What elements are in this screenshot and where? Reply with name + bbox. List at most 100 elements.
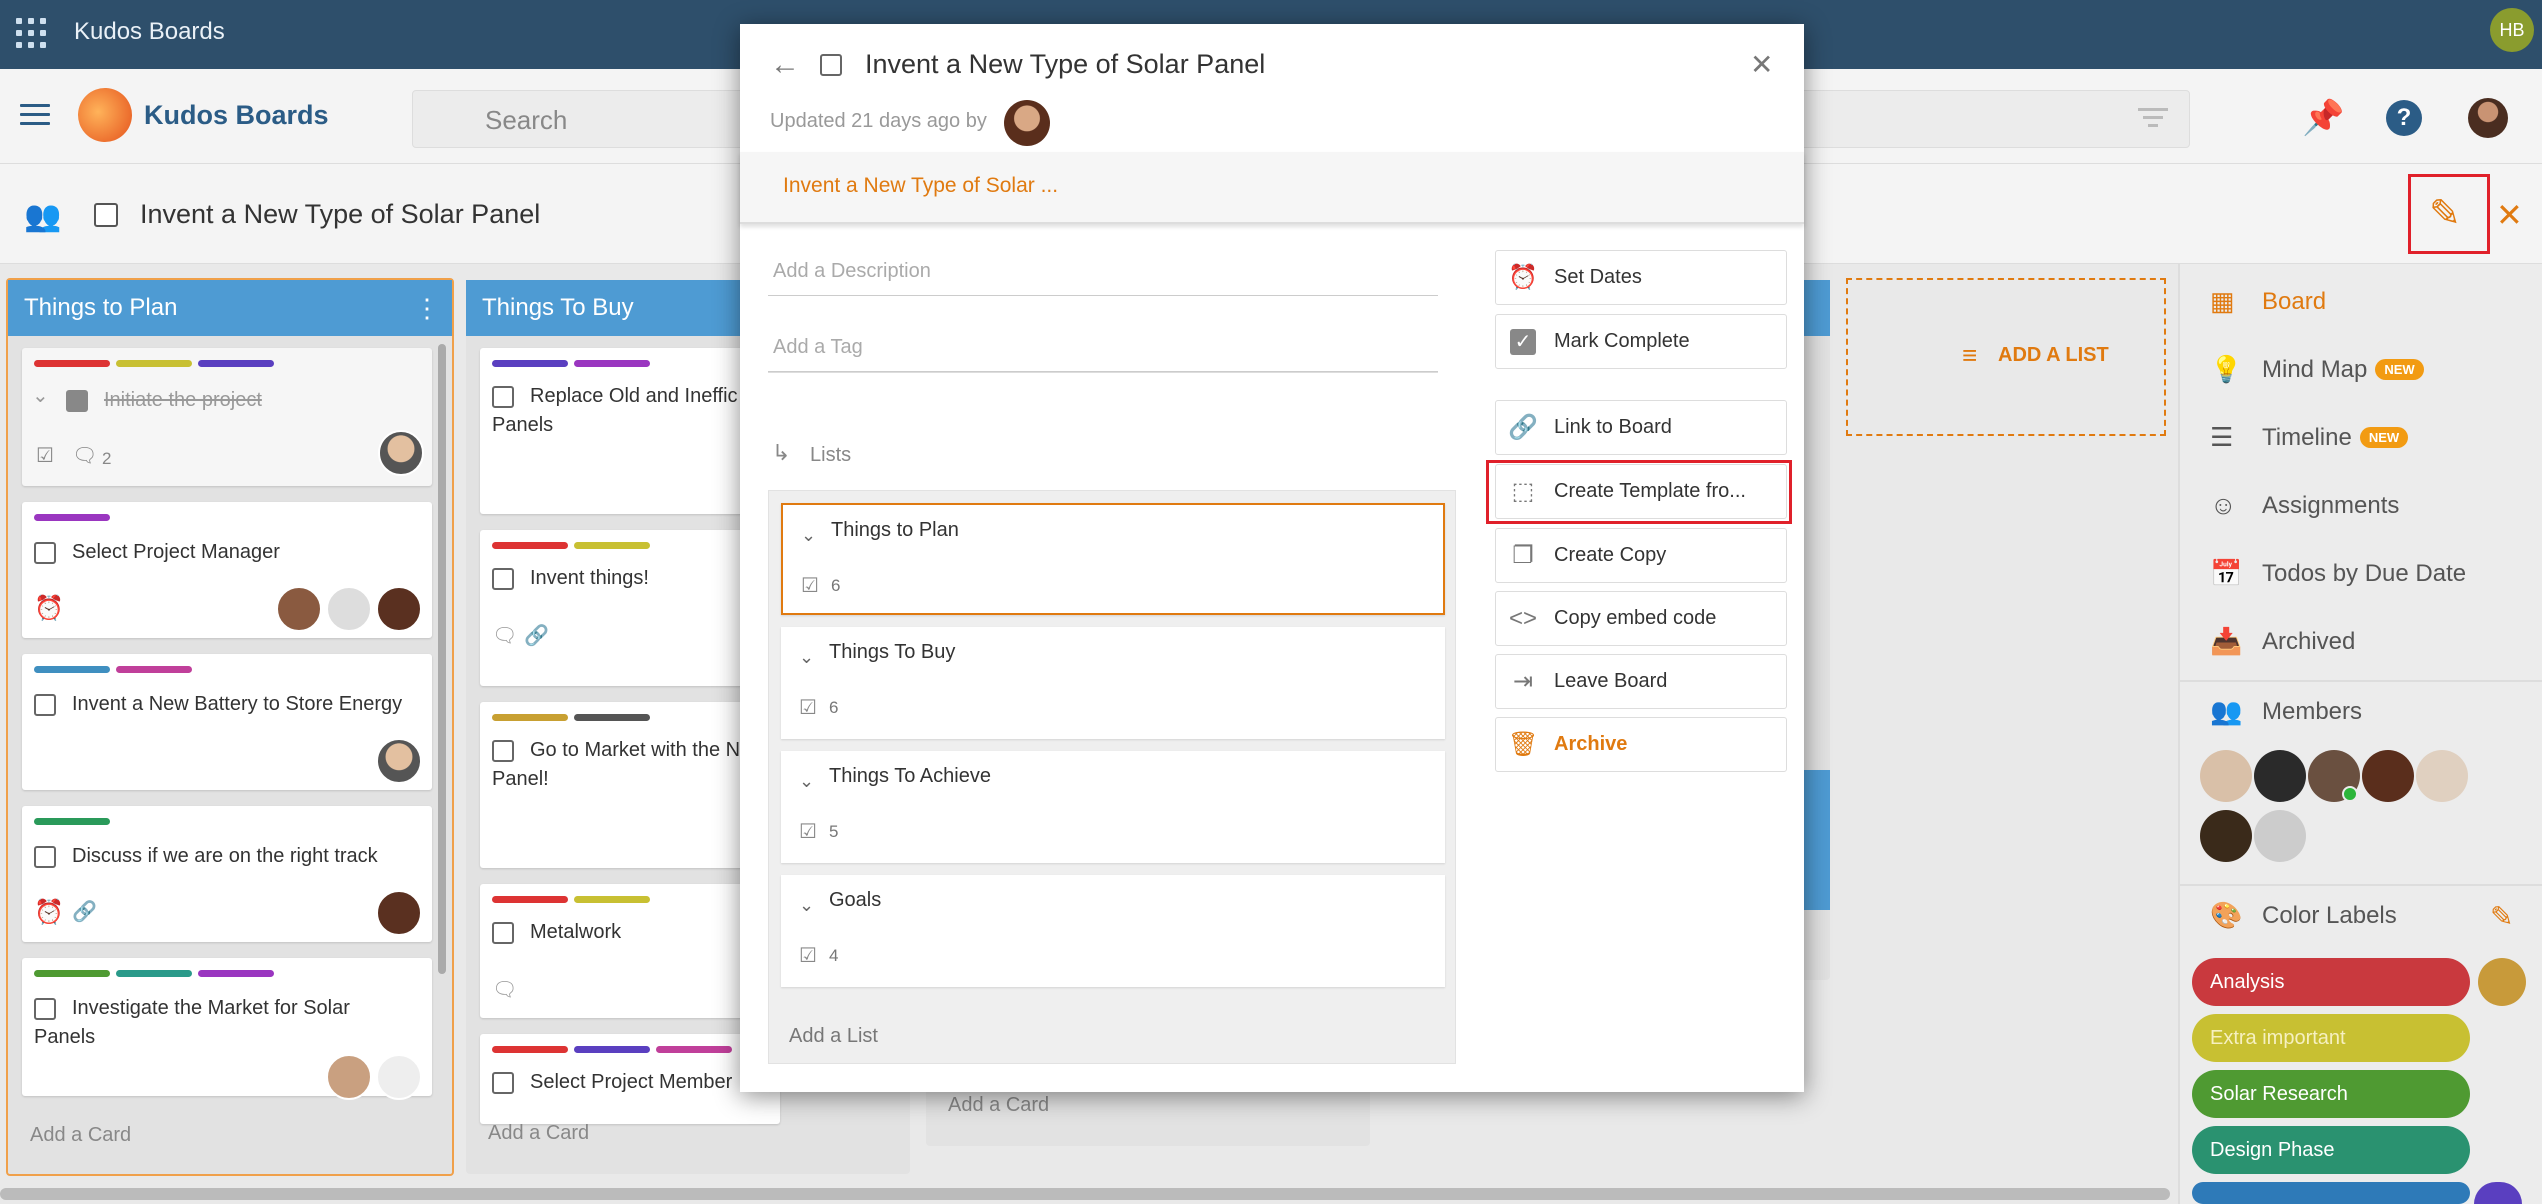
sidebar-item-todos[interactable]: 📅 Todos by Due Date (2210, 558, 2466, 589)
sidebar-item-mind-map[interactable]: 💡 Mind Map NEW (2210, 354, 2424, 385)
color-label-solar-research[interactable]: Solar Research (2192, 1070, 2470, 1118)
menu-icon[interactable] (20, 104, 50, 126)
member-avatar[interactable] (2254, 810, 2306, 862)
list-item[interactable]: ⌄ Goals ☑ 4 (781, 875, 1445, 987)
add-card-link[interactable]: Add a Card (948, 1094, 1049, 1117)
sidebar-item-archived[interactable]: 📥 Archived (2210, 626, 2355, 657)
avatar[interactable] (378, 430, 424, 476)
card-checkbox[interactable] (492, 922, 514, 944)
board-checkbox[interactable] (820, 54, 842, 76)
edit-labels-icon[interactable]: ✎ (2490, 900, 2513, 933)
card-checkbox[interactable] (492, 568, 514, 590)
card[interactable]: Discuss if we are on the right track ⏰ 🔗 (22, 806, 432, 942)
list-name: Things To Buy (829, 641, 956, 663)
avatar[interactable] (376, 738, 422, 784)
archive-button[interactable]: 🗑 Archive (1495, 717, 1787, 772)
help-icon[interactable]: ? (2386, 100, 2422, 136)
member-avatar[interactable] (2416, 750, 2468, 802)
alarm-icon: ⏰ (1508, 264, 1538, 291)
card-checkbox[interactable] (34, 542, 56, 564)
chevron-down-icon[interactable]: ⌄ (799, 771, 814, 792)
trash-icon: 🗑 (1508, 731, 1539, 758)
card-title: Invent things! (530, 567, 649, 589)
card[interactable]: Invent things! 🗨 🔗 (480, 530, 780, 686)
create-copy-button[interactable]: ❐ Create Copy (1495, 528, 1787, 583)
card-title: Select Project Manager (72, 541, 280, 563)
list-item[interactable]: ⌄ Things To Buy ☑ 6 (781, 627, 1445, 739)
color-swatch[interactable] (2478, 958, 2526, 1006)
breadcrumb-bar: Invent a New Type of Solar ... (740, 152, 1804, 224)
color-label-extra-important[interactable]: Extra important (2192, 1014, 2470, 1062)
chevron-down-icon[interactable]: ⌄ (799, 647, 814, 668)
card[interactable]: ⌄ Initiate the project ☑ 🗨 2 (22, 348, 432, 486)
card[interactable]: Replace Old and Ineffic Panels (480, 348, 780, 514)
column-scrollbar[interactable] (438, 344, 446, 974)
card-checkbox[interactable] (34, 694, 56, 716)
card[interactable]: Select Project Manager ⏰ (22, 502, 432, 638)
close-icon[interactable]: ✕ (1750, 48, 1773, 81)
chevron-down-icon[interactable]: ⌄ (799, 895, 814, 916)
link-to-board-button[interactable]: 🔗 Link to Board (1495, 400, 1787, 455)
color-label-partial[interactable] (2192, 1182, 2470, 1204)
add-list-icon: ≡ (1962, 340, 1978, 370)
avatar[interactable] (276, 586, 322, 632)
back-arrow-icon[interactable]: ← (770, 48, 800, 82)
card[interactable]: Invent a New Battery to Store Energy (22, 654, 432, 790)
pin-icon[interactable]: 📌 (2302, 98, 2344, 138)
member-avatar[interactable] (2200, 810, 2252, 862)
set-dates-button[interactable]: ⏰ Set Dates (1495, 250, 1787, 305)
close-board-icon[interactable]: ✕ (2496, 196, 2523, 234)
card-title: Go to Market with the N Panel! (492, 739, 741, 790)
column-header[interactable]: Things to Plan ⋮ (8, 280, 452, 336)
add-list-area[interactable]: ADD A LIST ≡ (1846, 278, 2166, 436)
chevron-down-icon[interactable]: ⌄ (32, 382, 49, 411)
card-checkbox[interactable] (34, 846, 56, 868)
copy-embed-button[interactable]: <> Copy embed code (1495, 591, 1787, 646)
sidebar-item-assignments[interactable]: ☺ Assignments (2210, 490, 2399, 521)
app-launcher-icon[interactable] (16, 18, 46, 48)
new-badge: NEW (2359, 427, 2409, 448)
avatar[interactable] (326, 1054, 372, 1100)
avatar[interactable] (376, 586, 422, 632)
add-card-link[interactable]: Add a Card (488, 1122, 589, 1145)
avatar[interactable] (376, 890, 422, 936)
filter-icon[interactable] (2138, 108, 2168, 130)
card[interactable]: Metalwork 🗨 (480, 884, 780, 1018)
card-title: Initiate the project (104, 389, 262, 411)
mark-complete-button[interactable]: ✓ Mark Complete (1495, 314, 1787, 369)
exit-icon: ⇥ (1512, 668, 1534, 695)
sidebar-item-timeline[interactable]: ☰ Timeline NEW (2210, 422, 2409, 453)
user-initials-avatar[interactable]: HB (2490, 8, 2534, 52)
add-list-link[interactable]: Add a List (789, 1025, 878, 1048)
add-card-link[interactable]: Add a Card (30, 1124, 131, 1147)
member-avatar[interactable] (2362, 750, 2414, 802)
card-checkbox[interactable] (492, 1072, 514, 1094)
color-swatch[interactable] (2474, 1182, 2522, 1204)
sidebar-item-board[interactable]: ▦ Board (2210, 286, 2326, 317)
user-avatar[interactable] (2468, 98, 2508, 138)
avatar[interactable] (376, 1054, 422, 1100)
card[interactable]: Investigate the Market for Solar Panels (22, 958, 432, 1100)
description-field[interactable]: Add a Description (768, 260, 1438, 296)
list-item[interactable]: ⌄ Things To Achieve ☑ 5 (781, 751, 1445, 863)
members-heading: 👥 Members (2210, 696, 2362, 727)
card[interactable]: Go to Market with the N Panel! (480, 702, 780, 868)
edit-board-button[interactable]: ✎ (2408, 174, 2490, 254)
board-checkbox[interactable] (94, 203, 118, 227)
chevron-down-icon[interactable]: ⌄ (801, 525, 816, 546)
card[interactable]: Select Project Member (480, 1034, 780, 1124)
new-badge: NEW (2375, 359, 2424, 380)
breadcrumb-link[interactable]: Invent a New Type of Solar ... (783, 174, 1058, 198)
list-item[interactable]: ⌄ Things to Plan ☑ 6 (781, 503, 1445, 615)
card-checkbox[interactable] (66, 390, 88, 412)
horizontal-scrollbar[interactable] (0, 1188, 2170, 1200)
member-avatar[interactable] (2254, 750, 2306, 802)
member-avatar[interactable] (2200, 750, 2252, 802)
tag-field[interactable]: Add a Tag (768, 336, 1438, 372)
updater-avatar[interactable] (1004, 100, 1050, 146)
leave-board-button[interactable]: ⇥ Leave Board (1495, 654, 1787, 709)
more-icon[interactable]: ⋮ (414, 280, 440, 336)
color-label-design-phase[interactable]: Design Phase (2192, 1126, 2470, 1174)
avatar[interactable] (326, 586, 372, 632)
color-label-analysis[interactable]: Analysis (2192, 958, 2470, 1006)
